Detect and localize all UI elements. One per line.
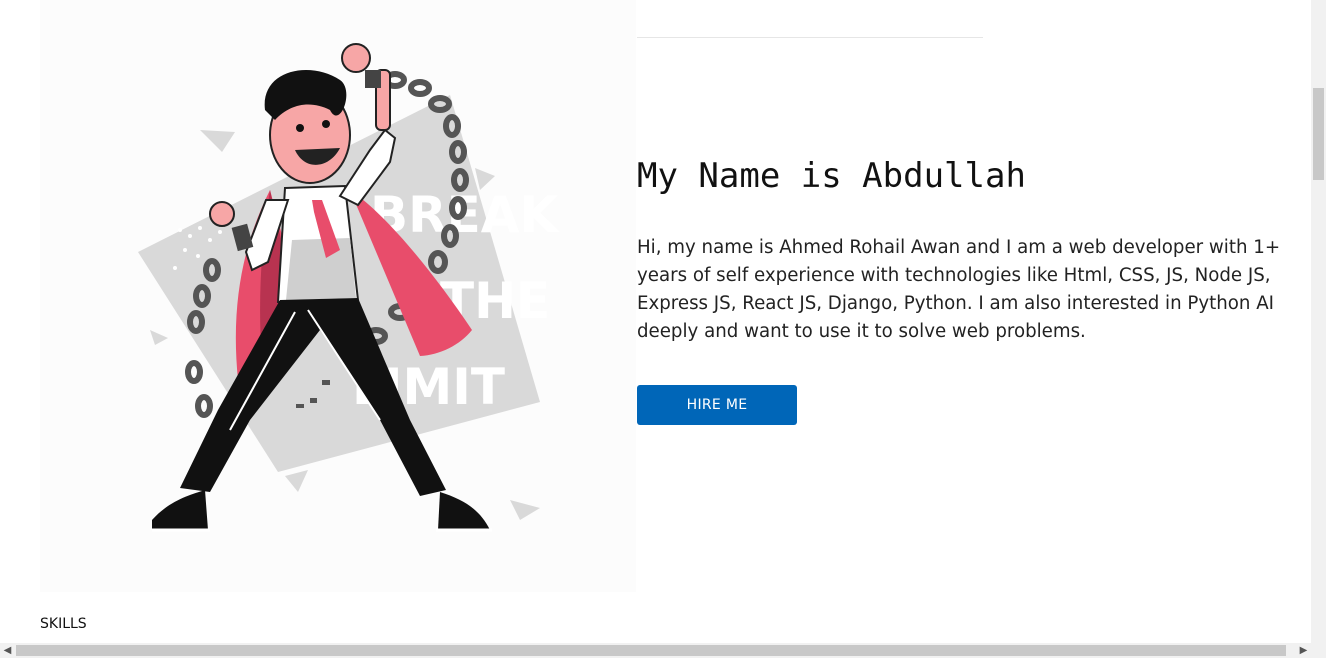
- hire-me-button[interactable]: HIRE ME: [637, 385, 797, 425]
- page: BREAK THE LIMIT My Name is Abdullah Hi, …: [0, 0, 1311, 643]
- horizontal-scrollbar-thumb[interactable]: [16, 645, 1286, 656]
- horizontal-scrollbar[interactable]: ◀ ▶: [0, 643, 1311, 658]
- vertical-scrollbar-thumb[interactable]: [1313, 88, 1324, 180]
- skills-heading: SKILLS: [40, 616, 87, 632]
- top-divider: [637, 37, 983, 38]
- bio-text: Hi, my name is Ahmed Rohail Awan and I a…: [637, 237, 1281, 342]
- chevron-right-icon[interactable]: ▶: [1296, 643, 1311, 658]
- chevron-left-icon[interactable]: ◀: [0, 643, 15, 658]
- vertical-scrollbar[interactable]: [1311, 0, 1326, 643]
- scrollbar-corner: [1311, 643, 1326, 658]
- hero-illustration: BREAK THE LIMIT: [40, 0, 636, 592]
- page-title: My Name is Abdullah: [637, 156, 1026, 196]
